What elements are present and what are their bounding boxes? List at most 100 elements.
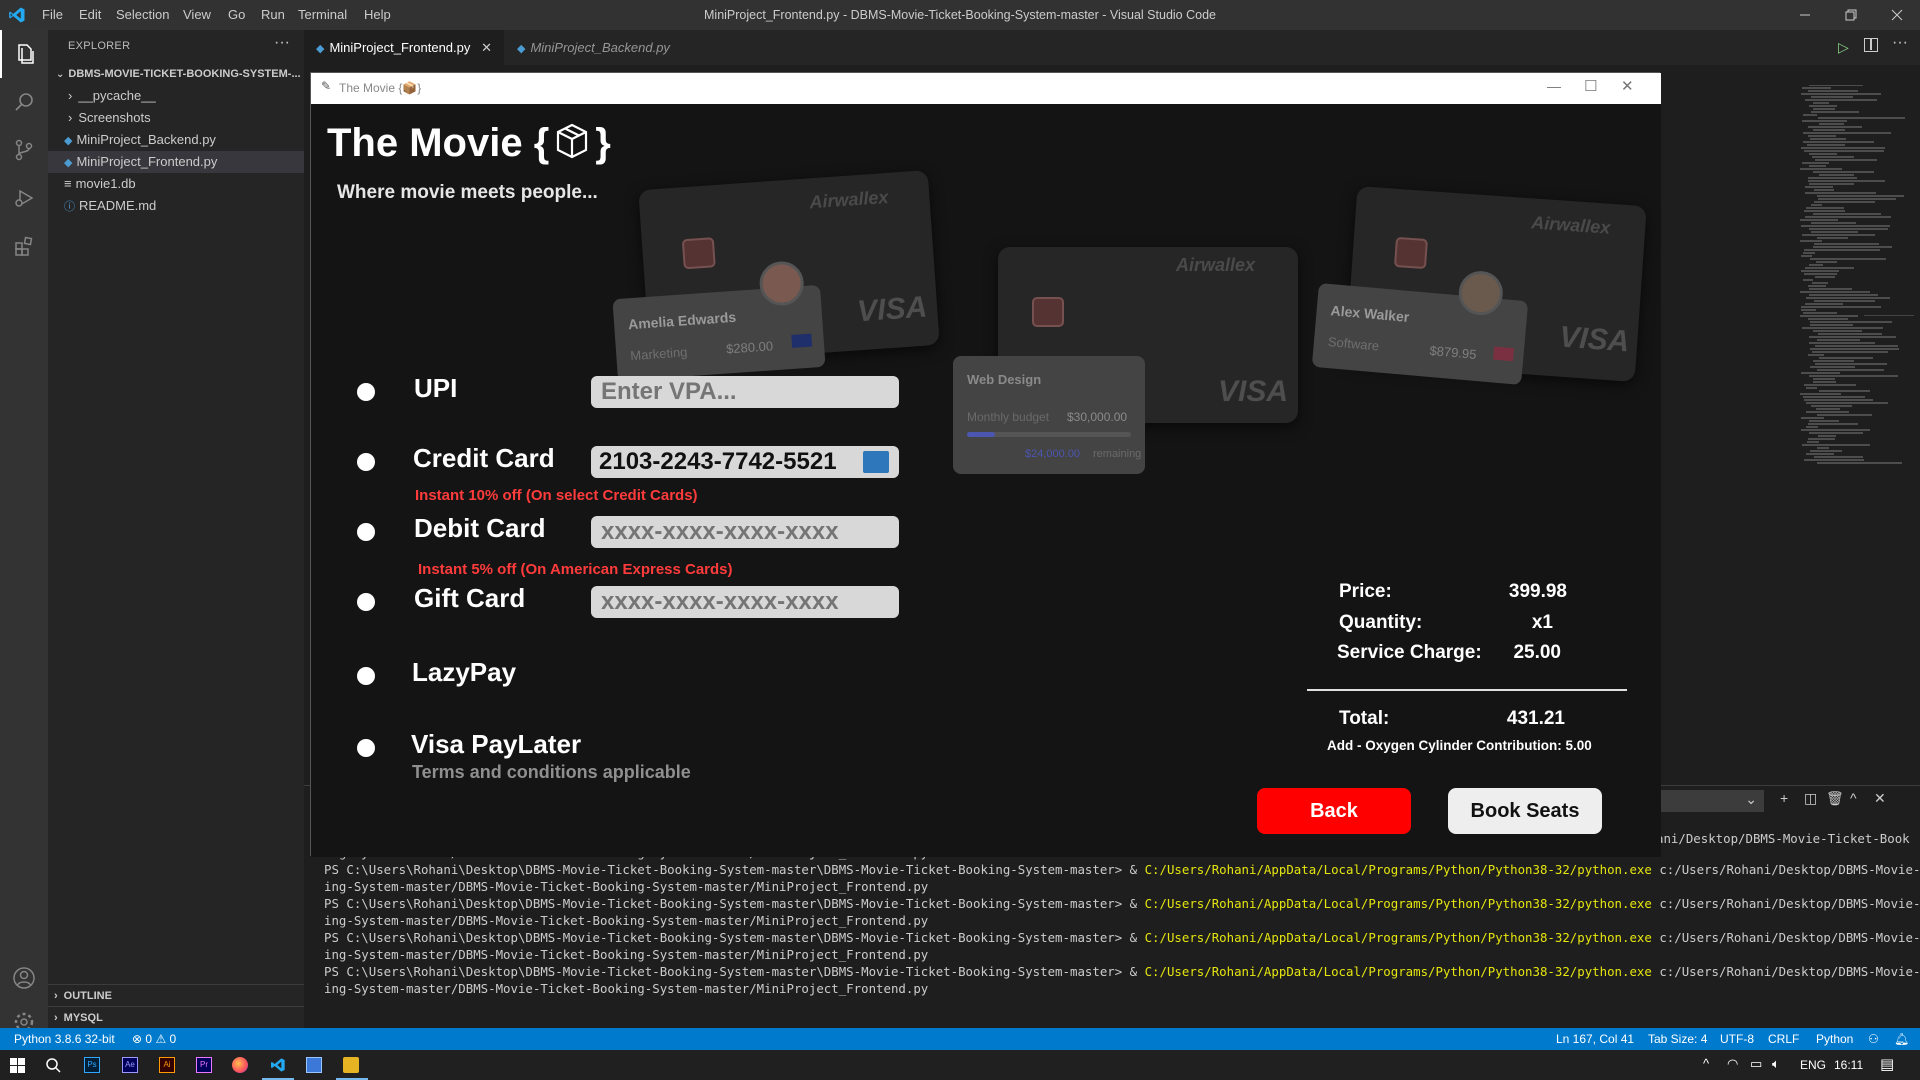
menu-selection[interactable]: Selection (116, 0, 169, 30)
tree-item-screenshots[interactable]: › Screenshots (48, 107, 304, 129)
radio-debit-card[interactable] (357, 523, 375, 541)
maximize-panel-icon[interactable]: ^ (1850, 790, 1857, 806)
terminal-selector[interactable]: ⌄ (1654, 790, 1764, 812)
menu-edit[interactable]: Edit (79, 0, 101, 30)
tab-backend[interactable]: ◆ MiniProject_Backend.py (504, 30, 684, 65)
debit-card-input[interactable] (591, 516, 899, 548)
tree-item-frontend[interactable]: ◆ MiniProject_Frontend.py (48, 151, 304, 173)
python-app-icon[interactable] (306, 1057, 322, 1073)
price-label: Price: (1339, 581, 1392, 602)
radio-gift-card[interactable] (357, 593, 375, 611)
clock[interactable]: 16:11 (1834, 1058, 1863, 1072)
action-center-icon[interactable]: ▤ (1880, 1055, 1894, 1073)
more-actions-icon[interactable]: ··· (1892, 34, 1908, 52)
cursor-position[interactable]: Ln 167, Col 41 (1556, 1028, 1634, 1050)
minimap[interactable] (1794, 85, 1914, 485)
mysql-section[interactable]: › MYSQL (48, 1006, 304, 1028)
app-window-title: The Movie {📦} (339, 81, 422, 95)
photoshop-icon[interactable]: Ps (84, 1057, 100, 1073)
radio-credit-card[interactable] (357, 453, 375, 471)
radio-visa-paylater[interactable] (357, 739, 375, 757)
terminal-line: ing-System-master/DBMS-Movie-Ticket-Book… (324, 947, 929, 962)
feedback-icon[interactable]: ⚇ (1868, 1028, 1879, 1050)
wifi-icon[interactable]: ◠ (1727, 1056, 1738, 1072)
radio-upi[interactable] (357, 383, 375, 401)
file-encoding[interactable]: UTF-8 (1720, 1028, 1754, 1050)
visa-paylater-note: Terms and conditions applicable (412, 762, 691, 782)
tree-item-db[interactable]: ≡ movie1.db (48, 173, 304, 195)
battery-icon[interactable]: ▭ (1750, 1056, 1762, 1072)
language-indicator[interactable]: ENG (1800, 1058, 1826, 1072)
terminal-line: PS C:\Users\Rohani\Desktop\DBMS-Movie-Ti… (324, 862, 1920, 877)
tree-item-backend[interactable]: ◆ MiniProject_Backend.py (48, 129, 304, 151)
search-icon[interactable] (0, 78, 48, 126)
radio-lazypay[interactable] (357, 667, 375, 685)
vscode-logo-icon (9, 7, 25, 23)
after-effects-icon[interactable]: Ae (122, 1057, 138, 1073)
show-hidden-icons-icon[interactable]: ^ (1703, 1056, 1709, 1071)
back-button[interactable]: Back (1257, 788, 1411, 834)
explorer-root-folder[interactable]: ⌄ DBMS-MOVIE-TICKET-BOOKING-SYSTEM-... (48, 63, 304, 85)
premiere-icon[interactable]: Pr (196, 1057, 212, 1073)
title-bar: File Edit Selection View Go Run Terminal… (0, 0, 1920, 30)
label-lazypay: LazyPay (412, 657, 517, 687)
firefox-icon[interactable] (232, 1057, 248, 1073)
restore-button[interactable] (1828, 0, 1874, 30)
book-seats-button[interactable]: Book Seats (1448, 788, 1602, 834)
extensions-icon[interactable] (0, 222, 48, 270)
split-terminal-icon[interactable]: ◫ (1804, 790, 1817, 807)
minimize-button[interactable] (1782, 0, 1828, 30)
terminal-line: ing-System-master/DBMS-Movie-Ticket-Book… (324, 879, 929, 894)
tk-window-icon[interactable] (343, 1057, 359, 1073)
account-icon[interactable] (0, 954, 48, 1002)
line-ending[interactable]: CRLF (1768, 1028, 1799, 1050)
problems-indicator[interactable]: ⊗ 0 ⚠ 0 (132, 1028, 176, 1050)
more-actions-icon[interactable]: ··· (274, 34, 290, 52)
python-file-icon: ◆ (316, 43, 325, 55)
menu-run[interactable]: Run (261, 0, 285, 30)
app-maximize-button[interactable]: ☐ (1584, 77, 1597, 95)
python-file-icon: ◆ (517, 43, 526, 55)
python-interpreter[interactable]: Python 3.8.6 32-bit (14, 1028, 115, 1050)
run-file-icon[interactable]: ▷ (1838, 39, 1849, 56)
payment-page: Airwallex VISA Amelia Edwards Marketing … (311, 104, 1661, 857)
windows-start-icon[interactable] (10, 1058, 25, 1073)
language-mode[interactable]: Python (1816, 1028, 1853, 1050)
service-charge-label: Service Charge: (1337, 642, 1482, 663)
upi-vpa-input[interactable] (591, 376, 899, 408)
split-editor-icon[interactable] (1864, 38, 1878, 52)
taskbar-search-icon[interactable] (45, 1057, 61, 1073)
tab-frontend[interactable]: ◆ MiniProject_Frontend.py ✕ (304, 30, 504, 65)
tab-size[interactable]: Tab Size: 4 (1648, 1028, 1707, 1050)
menu-help[interactable]: Help (364, 0, 391, 30)
explorer-icon[interactable] (0, 30, 48, 78)
notifications-bell-icon[interactable]: 🔔︎ (1894, 1028, 1909, 1050)
terminal-line: PS C:\Users\Rohani\Desktop\DBMS-Movie-Ti… (324, 930, 1920, 945)
menu-terminal[interactable]: Terminal (298, 0, 347, 30)
menu-view[interactable]: View (183, 0, 211, 30)
vscode-taskbar-icon[interactable] (270, 1057, 286, 1073)
close-panel-icon[interactable]: ✕ (1874, 790, 1886, 807)
new-terminal-icon[interactable]: + (1780, 790, 1788, 806)
oxygen-contribution: Add - Oxygen Cylinder Contribution: 5.00 (1327, 738, 1592, 753)
illustrator-icon[interactable]: Ai (159, 1057, 175, 1073)
windows-taskbar: Ps Ae Ai Pr ^ ◠ ▭ 🔈︎ ENG 16:11 ▤ (0, 1050, 1920, 1080)
volume-icon[interactable]: 🔈︎ (1772, 1056, 1780, 1072)
menu-go[interactable]: Go (228, 0, 245, 30)
close-tab-icon[interactable]: ✕ (481, 30, 492, 65)
menu-file[interactable]: File (42, 0, 63, 30)
tree-item-pycache[interactable]: › __pycache__ (48, 85, 304, 107)
source-control-icon[interactable] (0, 126, 48, 174)
tree-item-readme[interactable]: ⓘ README.md (48, 195, 304, 217)
kill-terminal-icon[interactable]: 🗑 (1826, 790, 1844, 807)
gift-card-input[interactable] (591, 586, 899, 618)
app-close-button[interactable]: ✕ (1621, 77, 1634, 95)
app-subtitle: Where movie meets people... (337, 182, 598, 203)
python-file-icon: ◆ (64, 157, 73, 169)
quantity-value: x1 (1531, 612, 1553, 633)
app-minimize-button[interactable]: — (1547, 78, 1561, 94)
close-window-button[interactable] (1874, 0, 1920, 30)
run-debug-icon[interactable] (0, 174, 48, 222)
outline-section[interactable]: › OUTLINE (48, 984, 304, 1006)
credit-card-number-field[interactable]: 2103-2243-7742-5521 (591, 446, 899, 478)
